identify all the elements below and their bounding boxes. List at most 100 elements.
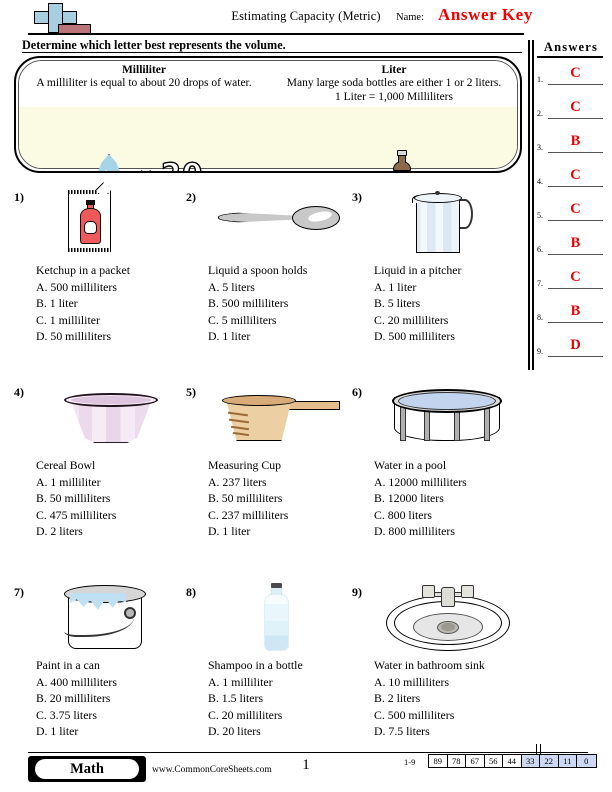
choice-b[interactable]: B. 50 milliliters — [36, 490, 196, 507]
choice-b[interactable]: B. 50 milliliters — [208, 490, 368, 507]
choice-a[interactable]: A. 12000 milliliters — [374, 474, 534, 491]
choice-d[interactable]: D. 500 milliliters — [374, 328, 534, 345]
pitcher-icon — [374, 188, 514, 258]
answers-title-underline — [537, 56, 603, 58]
answer-row-4: 4. C — [537, 164, 603, 194]
liter-description: Many large soda bottles are either 1 or … — [286, 77, 502, 89]
answer-value: C — [570, 65, 581, 81]
instruction-text: Determine which letter best represents t… — [22, 38, 286, 52]
answer-number: 9. — [537, 347, 543, 356]
choice-b[interactable]: B. 1.5 liters — [208, 690, 368, 707]
answer-line — [548, 356, 603, 358]
question-number: 5) — [186, 385, 196, 399]
choice-b[interactable]: B. 5 liters — [374, 295, 534, 312]
measuring-cup-icon — [208, 383, 348, 453]
score-scale-tick-left — [536, 744, 538, 754]
choice-c[interactable]: C. 1 milliliter — [36, 312, 196, 329]
choice-b[interactable]: B. 2 liters — [374, 690, 534, 707]
question-number: 8) — [186, 585, 196, 599]
score-scale-tick-right — [540, 744, 542, 754]
choice-d[interactable]: D. 20 liters — [208, 723, 368, 740]
question-number: 7) — [14, 585, 24, 599]
choice-b[interactable]: B. 500 milliliters — [208, 295, 368, 312]
question-number: 4) — [14, 385, 24, 399]
choice-c[interactable]: C. 237 milliliters — [208, 507, 368, 524]
answer-line — [548, 254, 603, 256]
liter-heading: Liter — [381, 64, 407, 76]
answer-row-9: 9. D — [537, 334, 603, 364]
question-number: 3) — [352, 190, 362, 204]
question-prompt: Water in a pool — [374, 458, 447, 472]
score-cell: 33 — [521, 755, 540, 767]
question-prompt: Shampoo in a bottle — [208, 658, 303, 672]
answer-value: D — [570, 337, 581, 353]
answer-row-2: 2. C — [537, 96, 603, 126]
choice-a[interactable]: A. 1 milliliter — [208, 674, 368, 691]
answer-row-3: 3. B — [537, 130, 603, 160]
choice-d[interactable]: D. 800 milliliters — [374, 523, 534, 540]
reference-info-box: Milliliter A milliliter is equal to abou… — [14, 56, 522, 173]
choice-a[interactable]: A. 1 liter — [374, 279, 534, 296]
answer-number: 7. — [537, 279, 543, 288]
choice-c[interactable]: C. 3.75 liters — [36, 707, 196, 724]
name-label: Name: — [396, 12, 424, 23]
question-body: Shampoo in a bottle A. 1 milliliter B. 1… — [208, 657, 368, 740]
answer-value: C — [570, 201, 581, 217]
question-number: 1) — [14, 190, 24, 204]
answer-line — [548, 84, 603, 86]
drop-multiplier-value: 20 — [160, 156, 203, 171]
choice-d[interactable]: D. 1 liter — [208, 328, 368, 345]
choice-d[interactable]: D. 1 liter — [208, 523, 368, 540]
answer-line — [548, 186, 603, 188]
question-number: 2) — [186, 190, 196, 204]
choice-a[interactable]: A. 1 milliliter — [36, 474, 196, 491]
soda-bottle-icon: Soda — [390, 150, 414, 171]
question-body: Liquid a spoon holds A. 5 liters B. 500 … — [208, 262, 368, 345]
choice-a[interactable]: A. 400 milliliters — [36, 674, 196, 691]
water-drop-icon — [96, 154, 122, 171]
choice-a[interactable]: A. 10 milliliters — [374, 674, 534, 691]
score-cell: 44 — [503, 755, 522, 767]
choice-c[interactable]: C. 800 liters — [374, 507, 534, 524]
score-scale: 89 78 67 56 44 33 22 11 0 — [428, 754, 597, 768]
liter-info: Liter Many large soda bottles are either… — [269, 64, 517, 104]
choice-a[interactable]: A. 500 milliliters — [36, 279, 196, 296]
question-prompt: Liquid a spoon holds — [208, 263, 308, 277]
question-body: Ketchup in a packet A. 500 milliliters B… — [36, 262, 196, 345]
score-range-label: 1-9 — [404, 757, 416, 767]
answer-line — [548, 220, 603, 222]
choice-c[interactable]: C. 500 milliliters — [374, 707, 534, 724]
answer-value: C — [570, 99, 581, 115]
question-body: Cereal Bowl A. 1 milliliter B. 50 millil… — [36, 457, 196, 540]
answer-line — [548, 288, 603, 290]
choice-c[interactable]: C. 475 milliliters — [36, 507, 196, 524]
choice-b[interactable]: B. 1 liter — [36, 295, 196, 312]
header-divider — [28, 33, 524, 36]
choice-d[interactable]: D. 1 liter — [36, 723, 196, 740]
answer-row-7: 7. C — [537, 266, 603, 296]
choice-d[interactable]: D. 50 milliliters — [36, 328, 196, 345]
choice-d[interactable]: D. 7.5 liters — [374, 723, 534, 740]
answer-number: 5. — [537, 211, 543, 220]
answer-row-8: 8. B — [537, 300, 603, 330]
choice-d[interactable]: D. 2 liters — [36, 523, 196, 540]
choice-b[interactable]: B. 12000 liters — [374, 490, 534, 507]
choice-c[interactable]: C. 20 milliliters — [208, 707, 368, 724]
score-cell: 0 — [577, 755, 596, 767]
spoon-icon — [208, 188, 348, 258]
answer-number: 4. — [537, 177, 543, 186]
choice-b[interactable]: B. 20 milliliters — [36, 690, 196, 707]
choice-c[interactable]: C. 20 milliliters — [374, 312, 534, 329]
choice-a[interactable]: A. 237 liters — [208, 474, 368, 491]
answer-value: B — [570, 133, 581, 149]
choice-a[interactable]: A. 5 liters — [208, 279, 368, 296]
choice-c[interactable]: C. 5 milliliters — [208, 312, 368, 329]
answer-number: 2. — [537, 109, 543, 118]
score-cell: 11 — [558, 755, 577, 767]
answer-value: C — [570, 269, 581, 285]
multiply-icon: ✕ — [138, 166, 155, 171]
score-cell: 89 — [429, 755, 448, 767]
question-prompt: Water in bathroom sink — [374, 658, 485, 672]
paint-can-icon — [36, 583, 176, 653]
answer-row-1: 1. C — [537, 62, 603, 92]
